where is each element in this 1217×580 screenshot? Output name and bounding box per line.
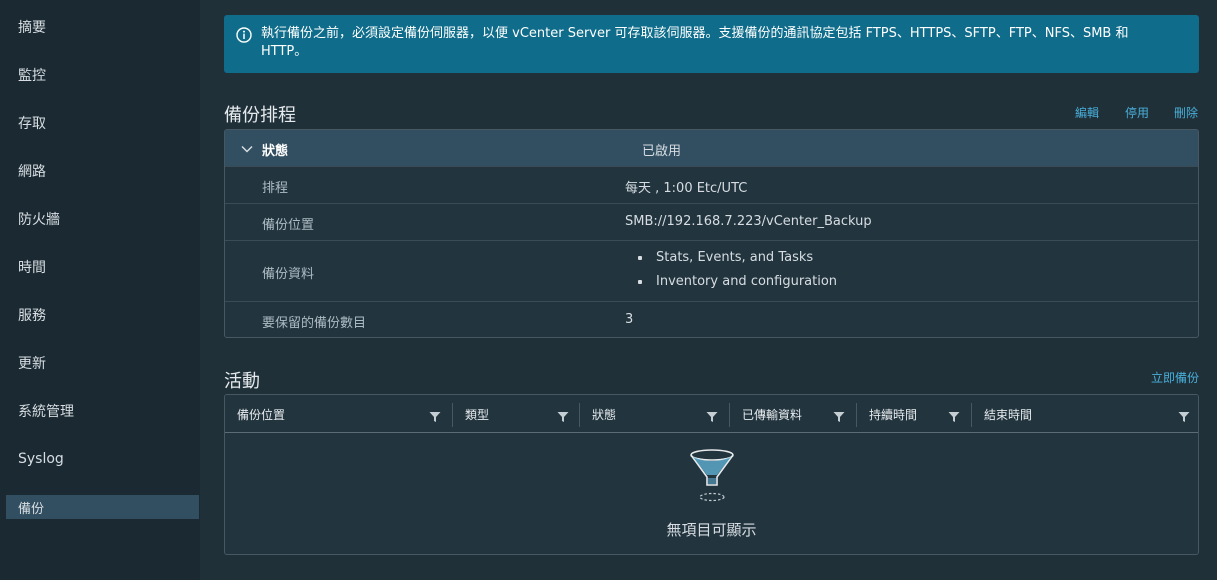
schedule-details: 狀態 已啟用 排程 每天 , 1:00 Etc/UTC 備份位置 SMB://1… <box>224 129 1199 338</box>
main-content: 執行備份之前，必須設定備份伺服器，以便 vCenter Server 可存取該伺… <box>200 0 1217 580</box>
banner-message: 執行備份之前，必須設定備份伺服器，以便 vCenter Server 可存取該伺… <box>261 26 1129 59</box>
disable-link[interactable]: 停用 <box>1125 104 1149 121</box>
sidebar-item-summary[interactable]: 摘要 <box>0 15 200 39</box>
sidebar-item-administration[interactable]: 系統管理 <box>0 399 200 423</box>
backup-data-list: Stats, Events, and Tasks Inventory and c… <box>625 249 837 297</box>
filter-icon[interactable] <box>557 411 569 423</box>
activity-title: 活動 <box>224 371 260 392</box>
status-row[interactable]: 狀態 已啟用 <box>225 130 1198 167</box>
column-label: 結束時間 <box>984 408 1033 422</box>
empty-state-text: 無項目可顯示 <box>666 521 757 539</box>
filter-icon[interactable] <box>1178 411 1190 423</box>
retain-value: 3 <box>625 312 634 327</box>
funnel-icon <box>690 449 734 502</box>
chevron-down-icon[interactable] <box>240 142 254 156</box>
status-label: 狀態 <box>262 144 289 159</box>
sidebar-item-services[interactable]: 服務 <box>0 303 200 327</box>
sidebar-item-access[interactable]: 存取 <box>0 111 200 135</box>
column-location[interactable]: 備份位置 <box>225 395 452 432</box>
filter-icon[interactable] <box>833 411 845 423</box>
sidebar-item-monitor[interactable]: 監控 <box>0 63 200 87</box>
location-row: 備份位置 SMB://192.168.7.223/vCenter_Backup <box>225 204 1198 241</box>
schedule-value: 每天 , 1:00 Etc/UTC <box>625 181 748 196</box>
edit-link[interactable]: 編輯 <box>1075 104 1099 121</box>
column-label: 狀態 <box>592 408 617 422</box>
backup-data-label: 備份資料 <box>262 267 315 282</box>
sidebar-item-networking[interactable]: 網路 <box>0 159 200 183</box>
column-duration[interactable]: 持續時間 <box>857 395 971 432</box>
schedule-label: 排程 <box>262 181 289 196</box>
retain-label: 要保留的備份數目 <box>262 316 367 331</box>
filter-icon[interactable] <box>429 411 441 423</box>
sidebar-item-syslog[interactable]: Syslog <box>0 447 200 471</box>
column-status[interactable]: 狀態 <box>580 395 729 432</box>
sidebar-item-firewall[interactable]: 防火牆 <box>0 207 200 231</box>
column-end-time[interactable]: 結束時間 <box>972 395 1198 432</box>
backup-now-link[interactable]: 立即備份 <box>1151 369 1199 386</box>
schedule-title: 備份排程 <box>224 105 296 126</box>
grid-header: 備份位置 類型 狀態 已傳輸資料 持續時間 結束時間 <box>225 395 1198 433</box>
schedule-row: 排程 每天 , 1:00 Etc/UTC <box>225 167 1198 204</box>
retain-row: 要保留的備份數目 3 <box>225 302 1198 337</box>
backup-data-row: 備份資料 Stats, Events, and Tasks Inventory … <box>225 241 1198 302</box>
sidebar-item-update[interactable]: 更新 <box>0 351 200 375</box>
sidebar-nav: 摘要 監控 存取 網路 防火牆 時間 服務 更新 系統管理 Syslog 備份 <box>0 0 201 580</box>
column-type[interactable]: 類型 <box>453 395 579 432</box>
column-label: 類型 <box>465 408 490 422</box>
list-item: Stats, Events, and Tasks <box>625 249 837 273</box>
info-icon <box>236 27 252 43</box>
info-banner: 執行備份之前，必須設定備份伺服器，以便 vCenter Server 可存取該伺… <box>224 15 1199 73</box>
column-label: 持續時間 <box>869 408 918 422</box>
sidebar-item-backup[interactable]: 備份 <box>6 495 199 519</box>
location-value: SMB://192.168.7.223/vCenter_Backup <box>625 214 872 229</box>
column-transferred[interactable]: 已傳輸資料 <box>730 395 856 432</box>
filter-icon[interactable] <box>706 411 718 423</box>
activity-grid: 備份位置 類型 狀態 已傳輸資料 持續時間 結束時間 無項目可顯示 <box>224 394 1199 555</box>
filter-icon[interactable] <box>948 411 960 423</box>
delete-link[interactable]: 刪除 <box>1174 104 1198 121</box>
column-label: 備份位置 <box>237 408 286 422</box>
column-label: 已傳輸資料 <box>742 408 803 422</box>
sidebar-item-time[interactable]: 時間 <box>0 255 200 279</box>
location-label: 備份位置 <box>262 218 315 233</box>
status-value: 已啟用 <box>642 144 682 159</box>
list-item: Inventory and configuration <box>625 273 837 297</box>
